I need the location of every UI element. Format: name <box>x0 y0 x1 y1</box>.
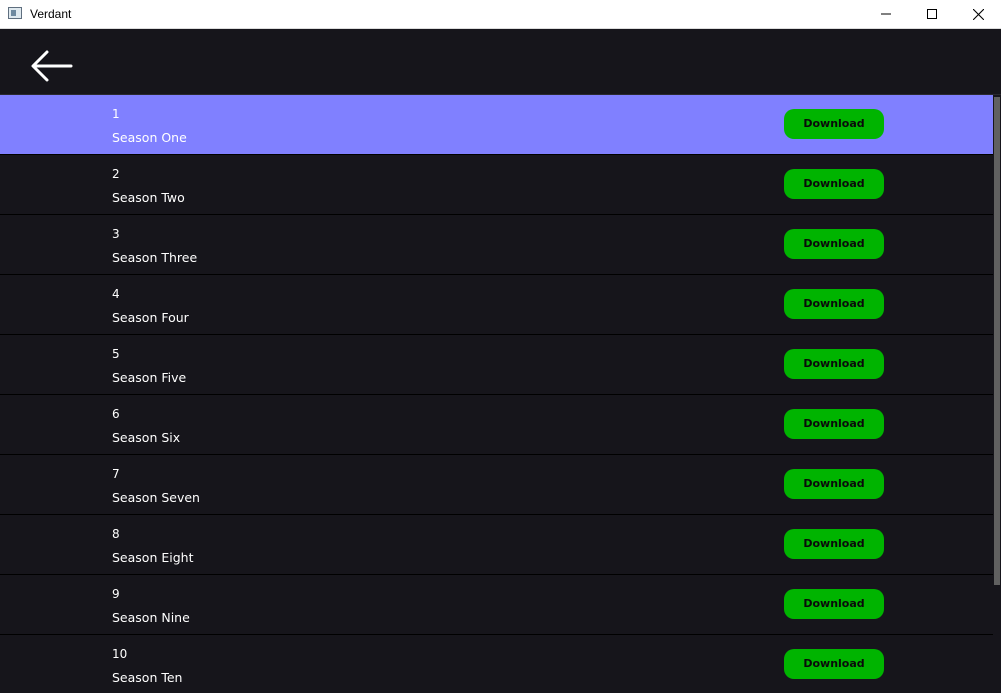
download-button[interactable]: Download <box>784 649 884 679</box>
minimize-icon <box>881 13 891 15</box>
season-number: 3 <box>112 227 120 241</box>
season-row[interactable]: 8 Season Eight Download <box>0 515 993 575</box>
season-number: 8 <box>112 527 120 541</box>
season-row[interactable]: 1 Season One Download <box>0 95 993 155</box>
scrollbar[interactable] <box>993 95 1001 693</box>
season-title: Season Four <box>112 310 189 325</box>
app-icon <box>8 7 22 19</box>
season-row[interactable]: 7 Season Seven Download <box>0 455 993 515</box>
season-number: 4 <box>112 287 120 301</box>
season-row[interactable]: 5 Season Five Download <box>0 335 993 395</box>
header-bar <box>0 29 1001 95</box>
season-title: Season Ten <box>112 670 183 685</box>
season-number: 9 <box>112 587 120 601</box>
season-title: Season One <box>112 130 187 145</box>
season-list: 1 Season One Download 2 Season Two Download 3 S… <box>0 95 993 693</box>
season-row[interactable]: 9 Season Nine Download <box>0 575 993 635</box>
download-button[interactable]: Download <box>784 169 884 199</box>
season-title: Season Three <box>112 250 198 265</box>
download-button[interactable]: Download <box>784 409 884 439</box>
season-number: 5 <box>112 347 120 361</box>
arrow-left-icon <box>31 50 73 82</box>
download-button[interactable]: Download <box>784 109 884 139</box>
close-icon <box>972 8 984 20</box>
season-number: 10 <box>112 647 128 661</box>
download-button[interactable]: Download <box>784 229 884 259</box>
minimize-button[interactable] <box>863 0 909 28</box>
season-row[interactable]: 2 Season Two Download <box>0 155 993 215</box>
title-bar: Verdant <box>0 0 1001 29</box>
download-button[interactable]: Download <box>784 529 884 559</box>
window-title: Verdant <box>30 7 72 21</box>
season-number: 2 <box>112 167 120 181</box>
season-title: Season Six <box>112 430 181 445</box>
season-title: Season Seven <box>112 490 200 505</box>
app-window: Verdant 1Season OneDownload2Season T <box>0 0 1001 693</box>
back-button[interactable] <box>30 47 74 87</box>
season-number: 7 <box>112 467 120 481</box>
season-number: 6 <box>112 407 120 421</box>
maximize-button[interactable] <box>909 0 955 28</box>
season-title: Season Eight <box>112 550 194 565</box>
scrollbar-thumb[interactable] <box>994 97 1000 585</box>
season-row[interactable]: 10 Season Ten Download <box>0 635 993 693</box>
close-button[interactable] <box>955 0 1001 28</box>
season-title: Season Nine <box>112 610 190 625</box>
season-number: 1 <box>112 107 120 121</box>
season-title: Season Five <box>112 370 187 385</box>
download-button[interactable]: Download <box>784 469 884 499</box>
season-row[interactable]: 6 Season Six Download <box>0 395 993 455</box>
download-button[interactable]: Download <box>784 589 884 619</box>
season-title: Season Two <box>112 190 185 205</box>
maximize-icon <box>927 9 937 19</box>
season-row[interactable]: 3 Season Three Download <box>0 215 993 275</box>
season-row[interactable]: 4 Season Four Download <box>0 275 993 335</box>
download-button[interactable]: Download <box>784 349 884 379</box>
download-button[interactable]: Download <box>784 289 884 319</box>
